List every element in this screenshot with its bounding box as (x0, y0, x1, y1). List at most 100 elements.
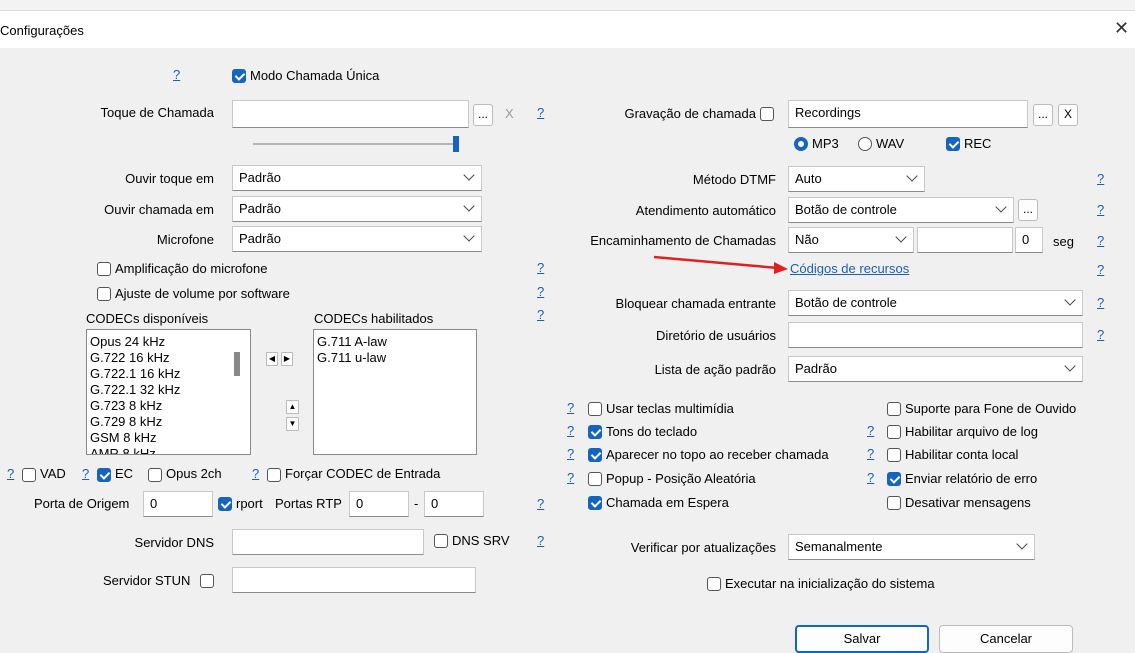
ec-checkbox[interactable] (97, 468, 111, 482)
gravacao-input[interactable]: Recordings (788, 100, 1028, 128)
help-link-ajuste[interactable]: ? (537, 284, 544, 299)
list-item[interactable]: GSM 8 kHz (87, 430, 250, 446)
list-item[interactable]: G.723 8 kHz (87, 398, 250, 414)
diretorio-label: Diretório de usuários (656, 328, 776, 343)
dns-srv-label: DNS SRV (452, 533, 510, 548)
list-item[interactable]: AMR 8 kHz (87, 446, 250, 454)
close-icon[interactable]: ✕ (1114, 18, 1129, 39)
help-link-aparecer[interactable]: ? (567, 446, 574, 461)
desativar-mensagens-checkbox[interactable] (887, 496, 901, 510)
popup-posicao-checkbox[interactable] (588, 472, 602, 486)
move-down-button[interactable]: ▼ (286, 417, 299, 431)
atendimento-select[interactable]: Botão de controle (788, 197, 1014, 223)
list-item[interactable]: G.711 u-law (314, 350, 476, 366)
help-link-tons[interactable]: ? (567, 423, 574, 438)
lista-acao-select[interactable]: Padrão (788, 356, 1083, 382)
encaminhamento-seg-input[interactable]: 0 (1015, 227, 1043, 253)
stun-checkbox[interactable] (200, 574, 214, 588)
forcar-codec-checkbox[interactable] (267, 468, 281, 482)
microfone-select[interactable]: Padrão (232, 226, 482, 252)
bloquear-select[interactable]: Botão de controle (788, 290, 1083, 316)
ajuste-volume-checkbox[interactable] (97, 287, 111, 301)
tons-teclado-checkbox[interactable] (588, 425, 602, 439)
rtp-from-input[interactable]: 0 (349, 491, 409, 517)
volume-slider-track[interactable] (253, 143, 453, 145)
help-link-atendimento[interactable]: ? (1097, 202, 1104, 217)
habilitar-log-checkbox[interactable] (887, 425, 901, 439)
help-link-portas[interactable]: ? (537, 496, 544, 511)
codecs-disponiveis-list[interactable]: Opus 24 kHz G.722 16 kHz G.722.1 16 kHz … (86, 329, 251, 455)
help-link-popup[interactable]: ? (567, 470, 574, 485)
help-link-codecs[interactable]: ? (537, 307, 544, 322)
habilitar-conta-checkbox[interactable] (887, 448, 901, 462)
encaminhamento-select[interactable]: Não (788, 227, 914, 253)
wav-radio[interactable] (858, 137, 872, 151)
help-link-relatorio[interactable]: ? (867, 470, 874, 485)
verificar-select[interactable]: Semanalmente (788, 534, 1035, 560)
dtmf-select[interactable]: Auto (788, 166, 925, 192)
vad-checkbox[interactable] (22, 468, 36, 482)
help-link-codigos[interactable]: ? (1097, 262, 1104, 277)
usar-teclas-checkbox[interactable] (588, 402, 602, 416)
list-item[interactable]: Opus 24 kHz (87, 334, 250, 350)
modo-chamada-unica-checkbox[interactable] (232, 69, 246, 83)
help-link-dtmf[interactable]: ? (1097, 171, 1104, 186)
amplificacao-checkbox[interactable] (97, 262, 111, 276)
list-item[interactable]: G.729 8 kHz (87, 414, 250, 430)
list-item[interactable]: G.722.1 32 kHz (87, 382, 250, 398)
atendimento-browse-button[interactable]: ... (1018, 199, 1038, 221)
chevron-down-icon (1064, 294, 1076, 306)
enviar-relatorio-checkbox[interactable] (887, 472, 901, 486)
help-link-forcar[interactable]: ? (252, 466, 259, 481)
ouvir-chamada-select[interactable]: Padrão (232, 196, 482, 222)
dns-srv-checkbox[interactable] (434, 534, 448, 548)
help-link-dns[interactable]: ? (537, 533, 544, 548)
suporte-fone-label: Suporte para Fone de Ouvido (905, 401, 1077, 416)
stun-input[interactable] (232, 567, 476, 593)
toque-clear-button[interactable]: X (505, 106, 514, 121)
porta-origem-input[interactable]: 0 (143, 491, 213, 517)
rtp-to-input[interactable]: 0 (424, 491, 484, 517)
chamada-espera-checkbox[interactable] (588, 496, 602, 510)
help-link-vad[interactable]: ? (7, 466, 14, 481)
aparecer-topo-checkbox[interactable] (588, 448, 602, 462)
help-link-conta[interactable]: ? (867, 446, 874, 461)
suporte-fone-checkbox[interactable] (887, 402, 901, 416)
list-item[interactable]: G.711 A-law (314, 334, 476, 350)
rport-checkbox[interactable] (218, 497, 232, 511)
rec-checkbox[interactable] (946, 137, 960, 151)
executar-inicializacao-checkbox[interactable] (707, 577, 721, 591)
list-item[interactable]: G.722.1 16 kHz (87, 366, 250, 382)
gravacao-clear-button[interactable]: X (1058, 104, 1078, 126)
gravacao-browse-button[interactable]: ... (1033, 104, 1053, 126)
help-link-teclas[interactable]: ? (567, 400, 574, 415)
mp3-radio[interactable] (794, 137, 808, 151)
dns-input[interactable] (232, 529, 424, 555)
opus-2ch-checkbox[interactable] (148, 468, 162, 482)
help-link-encaminhamento[interactable]: ? (1097, 233, 1104, 248)
move-right-button[interactable]: ▶ (281, 352, 293, 366)
help-link-diretorio[interactable]: ? (1097, 327, 1104, 342)
toque-browse-button[interactable]: ... (473, 104, 493, 126)
help-link-amplificacao[interactable]: ? (537, 260, 544, 275)
move-left-button[interactable]: ◀ (266, 352, 278, 366)
help-link-toque[interactable]: ? (537, 105, 544, 120)
ouvir-toque-select[interactable]: Padrão (232, 165, 482, 191)
ouvir-toque-label: Ouvir toque em (125, 171, 214, 186)
diretorio-input[interactable] (788, 322, 1083, 348)
codecs-habilitados-list[interactable]: G.711 A-law G.711 u-law (313, 329, 477, 455)
help-link-ec[interactable]: ? (82, 466, 89, 481)
encaminhamento-target-input[interactable] (917, 227, 1013, 253)
help-link-modo[interactable]: ? (173, 67, 180, 82)
codigos-recursos-link[interactable]: Códigos de recursos (790, 261, 909, 276)
toque-input[interactable] (232, 100, 469, 128)
dtmf-label: Método DTMF (692, 172, 776, 187)
list-item[interactable]: G.722 16 kHz (87, 350, 250, 366)
gravacao-checkbox[interactable] (760, 107, 774, 121)
help-link-bloquear[interactable]: ? (1097, 295, 1104, 310)
scrollbar-thumb[interactable] (234, 352, 240, 376)
help-link-log[interactable]: ? (867, 423, 874, 438)
move-up-button[interactable]: ▲ (286, 400, 299, 414)
lista-acao-label: Lista de ação padrão (654, 362, 776, 377)
volume-slider-thumb[interactable] (453, 136, 459, 152)
